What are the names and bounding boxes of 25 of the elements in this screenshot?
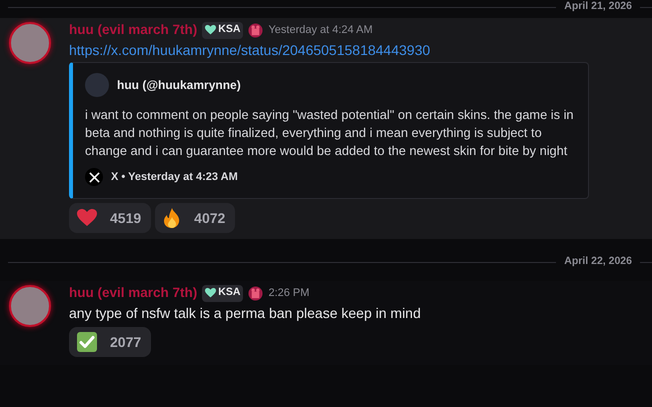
reaction-button[interactable]: 2077 (69, 327, 152, 357)
check-icon (77, 332, 97, 352)
x-logo-icon (85, 168, 103, 186)
link[interactable]: https://x.com/huukamrynne/status/2046505158184443930 (69, 40, 640, 60)
author-avatar (85, 73, 109, 97)
date-divider: April 22, 2026 (563, 254, 633, 270)
clan-tag[interactable]: KSA (202, 284, 244, 302)
embed-author[interactable]: huu (@huukamrynne) (117, 76, 241, 94)
avatar[interactable] (9, 285, 51, 327)
fire-icon (163, 208, 182, 228)
heart-icon (205, 288, 216, 298)
timestamp: 2:26 PM (268, 286, 310, 301)
heart-icon (205, 25, 216, 35)
clan-tag[interactable]: KSA (202, 22, 244, 38)
date-divider: April 21, 2026 (563, 0, 633, 14)
heart-icon (77, 209, 97, 227)
timestamp: Yesterday at 4:24 AM (268, 22, 373, 38)
avatar[interactable] (9, 22, 51, 64)
role-badge-icon (248, 22, 264, 38)
reaction-button[interactable]: 4519 (69, 203, 152, 233)
message-text: any type of nsfw talk is a perma ban please keep in mind (69, 304, 422, 323)
role-badge-icon (248, 286, 264, 300)
embed-footer: X • Yesterday at 4:23 AM (111, 168, 238, 186)
embed-description: i want to comment on people saying "wasted potential" on certain skins. the game is in beta and nothing is quite finalized, everything and i mean everything is subject to change and i can guarantee more would be added to the newest skin for bite by night (85, 106, 575, 160)
reaction-button[interactable]: 4072 (155, 203, 236, 233)
